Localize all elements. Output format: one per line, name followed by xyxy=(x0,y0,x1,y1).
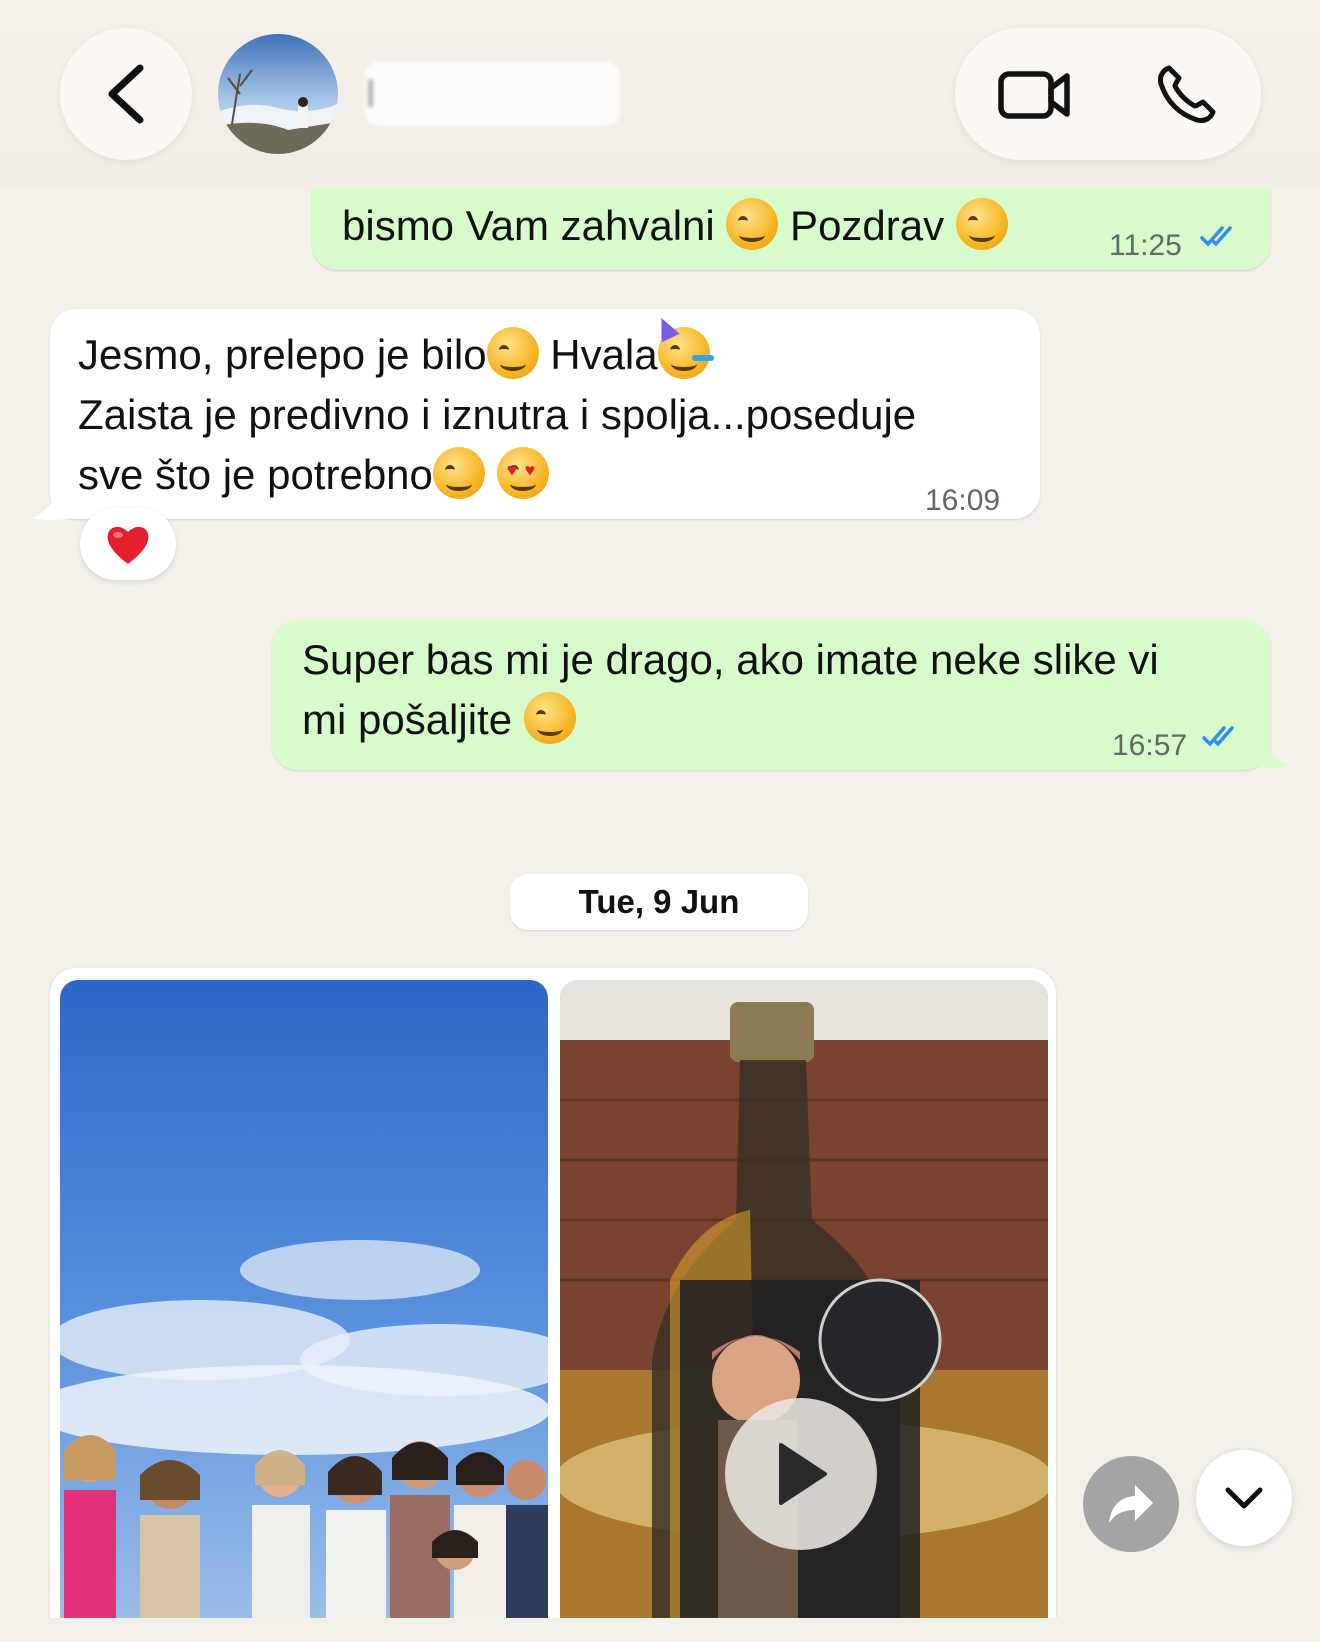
message-line: Super bas mi je drago, ako imate neke sl… xyxy=(302,636,1159,683)
smiling-face-emoji xyxy=(955,198,1008,250)
phone-icon[interactable] xyxy=(1155,62,1219,126)
message-bubble-outgoing[interactable]: Super bas mi je drago, ako imate neke sl… xyxy=(272,620,1270,770)
photo-thumbnail[interactable] xyxy=(60,980,548,1642)
back-button[interactable] xyxy=(60,28,192,160)
message-text-part: mi pošaljite xyxy=(302,696,524,743)
scroll-to-bottom-button[interactable] xyxy=(1196,1450,1292,1546)
message-time: 16:09 xyxy=(925,484,1001,517)
message-bubble-incoming[interactable]: Jesmo, prelepo je bilo Hvala Zaista je p… xyxy=(50,309,1040,519)
forward-button[interactable] xyxy=(1083,1456,1179,1552)
smiling-face-emoji xyxy=(486,327,539,379)
red-heart-icon xyxy=(107,526,149,564)
media-album xyxy=(50,968,1056,1642)
smiling-face-emoji xyxy=(523,692,576,744)
message-line: Jesmo, prelepo je bilo Hvala xyxy=(78,313,714,385)
message-bubble-outgoing[interactable]: bismo Vam zahvalni Pozdrav 11:25 xyxy=(312,188,1270,270)
message-time: 16:57 xyxy=(1112,729,1188,762)
chevron-left-icon xyxy=(108,64,144,124)
heart-eyes-face-emoji: ♥ ♥ xyxy=(496,447,549,499)
chat-header: I xyxy=(0,0,1320,190)
date-separator: Tue, 9 Jun xyxy=(510,874,808,930)
avatar-image xyxy=(218,34,338,154)
video-camera-icon[interactable] xyxy=(997,64,1073,124)
party-face-emoji xyxy=(651,313,714,379)
chevron-down-icon xyxy=(1225,1487,1263,1509)
call-actions xyxy=(955,28,1261,160)
message-line: sve što je potrebno ♥ ♥ xyxy=(78,445,549,505)
message-text-part: Hvala xyxy=(538,331,658,378)
video-thumbnail[interactable] xyxy=(560,980,1048,1642)
smiling-face-emoji xyxy=(726,198,779,250)
bottom-edge xyxy=(0,1618,1320,1642)
message-line: mi pošaljite xyxy=(302,690,576,750)
message-text: bismo Vam zahvalni Pozdrav xyxy=(342,196,1008,256)
message-text-part: Pozdrav xyxy=(778,202,956,249)
message-text-part: Jesmo, prelepo je bilo xyxy=(78,331,487,378)
play-icon xyxy=(779,1443,827,1505)
read-ticks-icon xyxy=(1200,226,1232,247)
reaction-badge[interactable] xyxy=(80,508,176,580)
message-text-part: sve što je potrebno xyxy=(78,451,433,498)
message-text-part: bismo Vam zahvalni xyxy=(342,202,727,249)
forward-arrow-icon xyxy=(1109,1485,1153,1523)
group-photo-image xyxy=(60,980,548,1642)
contact-name[interactable]: I xyxy=(365,62,620,126)
bubble-tail xyxy=(32,488,72,520)
read-ticks-icon xyxy=(1202,726,1234,747)
message-time: 11:25 xyxy=(1109,229,1182,262)
relieved-face-emoji xyxy=(432,447,485,499)
play-button[interactable] xyxy=(725,1398,877,1550)
message-line: Zaista je predivno i iznutra i spolja...… xyxy=(78,391,917,438)
contact-avatar[interactable] xyxy=(218,34,338,154)
bubble-tail xyxy=(1254,740,1290,768)
